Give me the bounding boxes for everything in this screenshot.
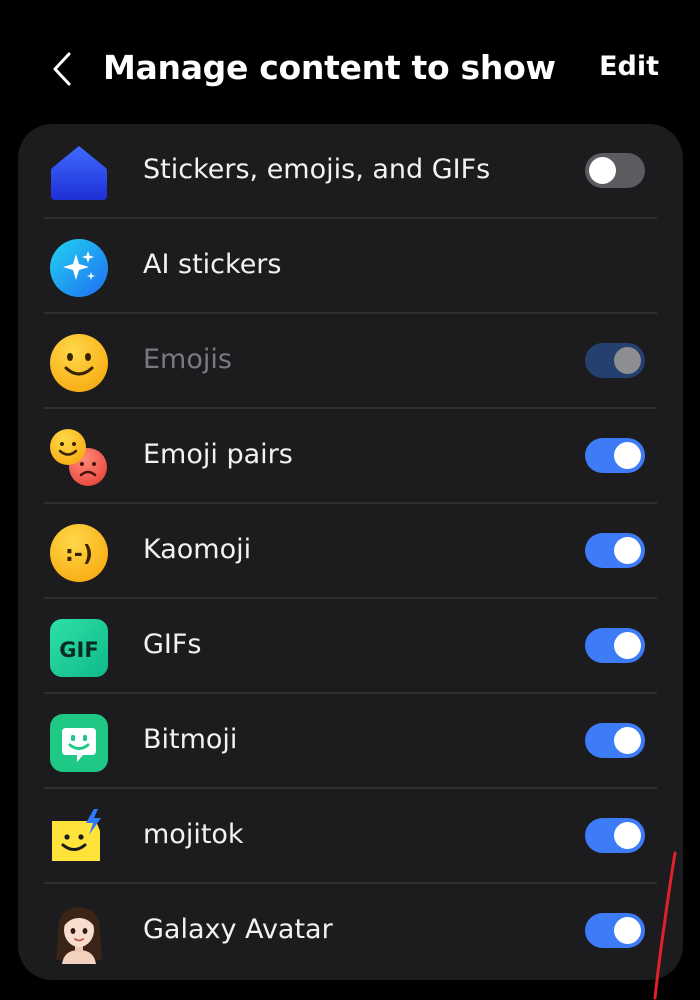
item-label: Emojis [143, 344, 232, 375]
list-item-bitmoji[interactable]: Bitmoji [18, 694, 683, 789]
toggle-switch[interactable] [585, 153, 645, 188]
gif-icon: GIF [48, 617, 110, 679]
list-item-emojis[interactable]: Emojis [18, 314, 683, 409]
kaomoji-icon: :-) [48, 522, 110, 584]
toggle-knob [614, 347, 641, 374]
mojitok-icon [48, 807, 110, 869]
list-item-stickers-emojis-gifs[interactable]: Stickers, emojis, and GIFs [18, 124, 683, 219]
list-item-emoji-pairs[interactable]: Emoji pairs [18, 409, 683, 504]
toggle-knob [614, 632, 641, 659]
header: Manage content to show Edit [0, 0, 700, 125]
toggle-switch[interactable] [585, 818, 645, 853]
settings-screen: Manage content to show Edit Stickers, em… [0, 0, 700, 1000]
emoji-pair-icon [48, 427, 110, 489]
list-item-gifs[interactable]: GIF GIFs [18, 599, 683, 694]
sparkle-icon [48, 237, 110, 299]
item-label: GIFs [143, 629, 202, 660]
toggle-switch[interactable] [585, 343, 645, 378]
list-item-kaomoji[interactable]: :-) Kaomoji [18, 504, 683, 599]
kaomoji-text: :-) [65, 542, 93, 567]
item-label: Galaxy Avatar [143, 914, 333, 945]
toggle-switch[interactable] [585, 438, 645, 473]
item-label: AI stickers [143, 249, 282, 280]
edit-button[interactable]: Edit [599, 51, 659, 82]
toggle-switch[interactable] [585, 628, 645, 663]
back-button[interactable] [42, 49, 82, 89]
item-label: Kaomoji [143, 534, 252, 565]
toggle-switch[interactable] [585, 913, 645, 948]
chevron-left-icon [53, 52, 71, 86]
home-icon [48, 142, 110, 204]
toggle-knob [614, 727, 641, 754]
list-item-ai-stickers[interactable]: AI stickers [18, 219, 683, 314]
page-title: Manage content to show [103, 48, 556, 87]
toggle-knob [614, 442, 641, 469]
toggle-knob [614, 537, 641, 564]
smiley-icon [48, 332, 110, 394]
item-label: Emoji pairs [143, 439, 293, 470]
toggle-knob [589, 157, 616, 184]
item-label: Stickers, emojis, and GIFs [143, 154, 491, 185]
toggle-knob [614, 917, 641, 944]
avatar-icon [48, 902, 110, 964]
toggle-switch[interactable] [585, 533, 645, 568]
bitmoji-icon [48, 712, 110, 774]
list-item-mojitok[interactable]: mojitok [18, 789, 683, 884]
toggle-switch[interactable] [585, 723, 645, 758]
list-item-galaxy-avatar[interactable]: Galaxy Avatar [18, 884, 683, 979]
toggle-knob [614, 822, 641, 849]
item-label: mojitok [143, 819, 244, 850]
item-label: Bitmoji [143, 724, 238, 755]
gif-icon-text: GIF [59, 638, 98, 662]
content-list: Stickers, emojis, and GIFs AI stickers E… [18, 124, 683, 980]
